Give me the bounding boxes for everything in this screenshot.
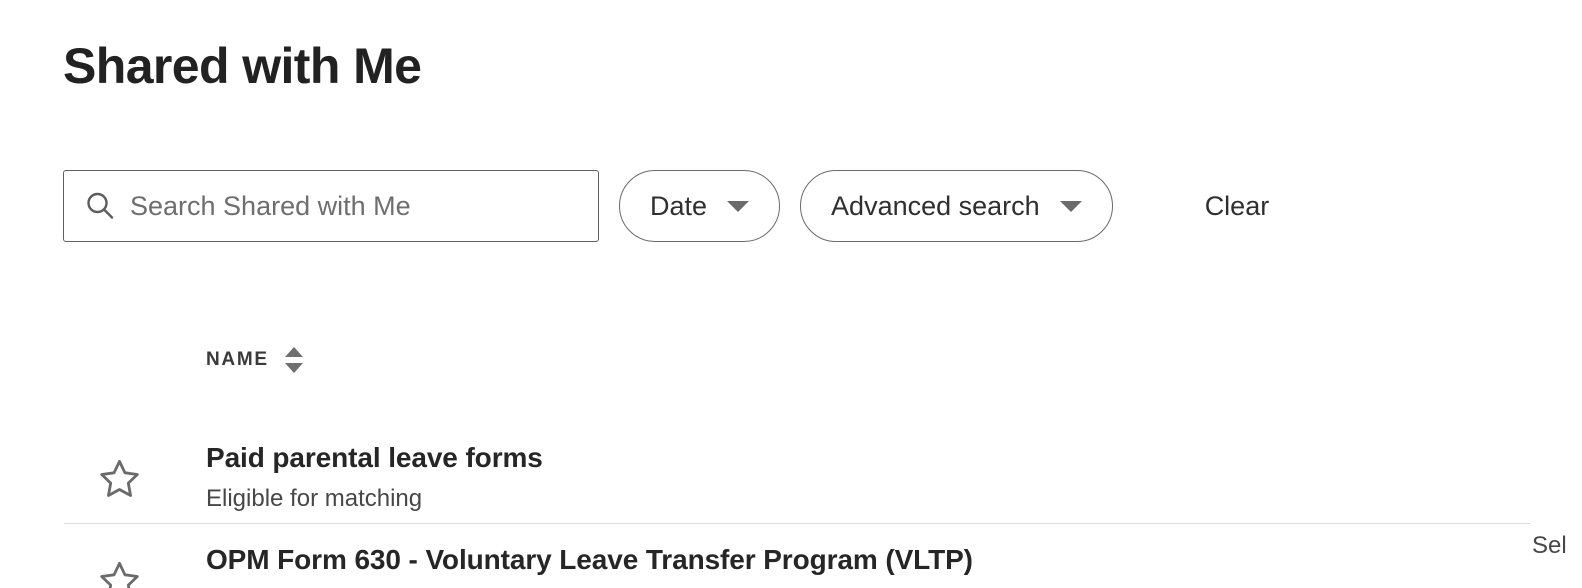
search-box[interactable]	[63, 170, 599, 242]
column-header-name[interactable]: NAME	[142, 347, 1582, 373]
search-icon	[87, 192, 114, 219]
shared-files-table: NAME Paid parental leave forms Eligible …	[0, 330, 1582, 588]
sort-descending-arrow	[284, 363, 303, 373]
row-star-cell	[0, 442, 142, 513]
date-filter-label: Date	[650, 190, 708, 221]
column-header-name-label: NAME	[206, 349, 269, 370]
shared-with-me-page: Shared with Me Date Advanced search Clea…	[0, 0, 1582, 588]
clear-button[interactable]: Clear	[1205, 192, 1270, 220]
advanced-search-button[interactable]: Advanced search	[800, 170, 1113, 242]
row-name-cell: OPM Form 630 - Voluntary Leave Transfer …	[142, 544, 1582, 588]
sort-ascending-arrow	[284, 347, 303, 357]
date-filter-button[interactable]: Date	[619, 170, 781, 242]
row-title[interactable]: OPM Form 630 - Voluntary Leave Transfer …	[206, 544, 1582, 576]
search-toolbar: Date Advanced search Clear	[63, 170, 1269, 242]
search-input[interactable]	[130, 186, 580, 226]
row-star-cell	[0, 544, 142, 588]
row-subtitle: Eligible for matching	[206, 485, 423, 513]
star-outline-icon[interactable]	[97, 456, 142, 502]
chevron-down-icon	[1059, 200, 1082, 212]
advanced-search-label: Advanced search	[831, 190, 1040, 221]
star-outline-icon[interactable]	[97, 558, 142, 588]
page-title: Shared with Me	[63, 38, 422, 94]
table-row[interactable]: Paid parental leave forms Eligible for m…	[0, 422, 1582, 559]
chevron-down-icon	[727, 200, 750, 212]
row-title[interactable]: Paid parental leave forms	[206, 442, 1582, 474]
sort-updown-icon[interactable]	[284, 347, 303, 373]
table-row[interactable]: OPM Form 630 - Voluntary Leave Transfer …	[0, 524, 1582, 588]
table-header-row: NAME	[0, 330, 1582, 390]
row-name-cell: Paid parental leave forms Eligible for m…	[142, 442, 1582, 513]
